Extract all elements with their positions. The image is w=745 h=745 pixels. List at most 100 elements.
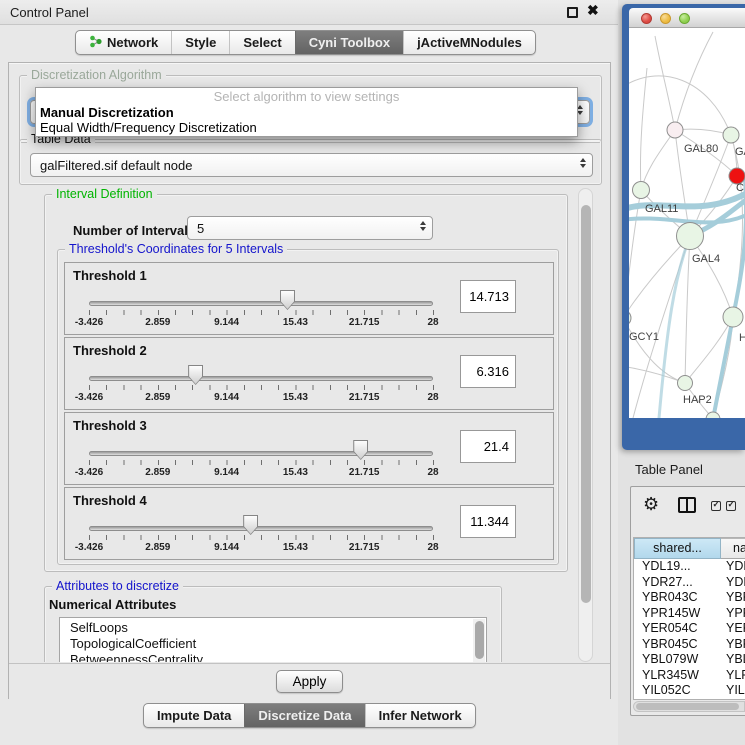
table-row[interactable]: YBR045CYBR045C bbox=[634, 637, 745, 653]
table-row[interactable]: YLR345WYLR345W bbox=[634, 668, 745, 684]
tab-impute-data[interactable]: Impute Data bbox=[144, 704, 244, 727]
select-columns-checkbox-icon[interactable] bbox=[711, 501, 721, 511]
node-h[interactable] bbox=[723, 307, 743, 327]
tab-infer-network[interactable]: Infer Network bbox=[365, 704, 475, 727]
numerical-attributes-list[interactable]: SelfLoops TopologicalCoefficient Between… bbox=[59, 617, 487, 662]
slider-ticks bbox=[89, 385, 434, 390]
node-gcy1[interactable] bbox=[629, 310, 631, 326]
zoom-traffic-light-icon[interactable] bbox=[679, 13, 690, 24]
threshold-2-value-field[interactable] bbox=[460, 355, 516, 388]
threshold-1-value-field[interactable] bbox=[460, 280, 516, 313]
threshold-3-value-field[interactable] bbox=[460, 430, 516, 463]
tick-label: 9.144 bbox=[214, 317, 239, 328]
tick-label: 28 bbox=[427, 467, 438, 478]
node-gal11[interactable] bbox=[633, 182, 650, 199]
table-data-combobox[interactable]: galFiltered.sif default node bbox=[30, 153, 593, 177]
gear-icon[interactable]: ⚙ bbox=[643, 494, 659, 515]
node-label: GCY1 bbox=[629, 331, 659, 343]
node-label: HAP2 bbox=[683, 394, 712, 406]
tab-discretize-data[interactable]: Discretize Data bbox=[244, 704, 364, 727]
table-row[interactable]: YBL079WYBL079W bbox=[634, 652, 745, 668]
slider-thumb[interactable] bbox=[353, 440, 368, 460]
tab-network[interactable]: Network bbox=[76, 31, 171, 54]
tick-label: 21.715 bbox=[349, 392, 380, 403]
tick-label: 2.859 bbox=[145, 392, 170, 403]
table-panel: ⚙ shared... name YDL19...YDL19 YDR27...Y… bbox=[630, 486, 745, 716]
scrollbar-thumb[interactable] bbox=[636, 703, 739, 710]
table-row[interactable]: YPR145WYPR145W bbox=[634, 606, 745, 622]
cyni-mode-tabs: Impute Data Discretize Data Infer Networ… bbox=[143, 703, 476, 728]
node-gal80[interactable] bbox=[667, 122, 683, 138]
tab-style[interactable]: Style bbox=[171, 31, 229, 54]
node-label: H bbox=[739, 332, 745, 344]
node-label: C bbox=[736, 182, 744, 194]
dropdown-item-manual-discretization[interactable]: Manual Discretization bbox=[36, 105, 577, 120]
slider-thumb[interactable] bbox=[280, 290, 295, 310]
interval-definition-title: Interval Definition bbox=[52, 188, 157, 201]
list-item[interactable]: TopologicalCoefficient bbox=[60, 636, 486, 652]
slider-track[interactable] bbox=[89, 526, 433, 531]
threshold-3-label: Threshold 3 bbox=[73, 418, 147, 433]
node-gal4[interactable] bbox=[677, 223, 704, 250]
slider-thumb[interactable] bbox=[243, 515, 258, 535]
column-header-name[interactable]: name bbox=[721, 538, 745, 559]
tick-label: 2.859 bbox=[145, 467, 170, 478]
table-horizontal-scrollbar[interactable] bbox=[633, 701, 745, 712]
network-window-titlebar[interactable] bbox=[629, 8, 745, 28]
table-data-group: Table Data galFiltered.sif default node bbox=[19, 139, 602, 185]
close-traffic-light-icon[interactable] bbox=[641, 13, 652, 24]
tab-select[interactable]: Select bbox=[229, 31, 294, 54]
threshold-4-panel: Threshold 4 -3.426 2.859 9.144 15.43 21.… bbox=[64, 487, 554, 560]
column-header-shared-name[interactable]: shared... bbox=[634, 538, 721, 559]
table-row[interactable]: YBR043CYBR043C bbox=[634, 590, 745, 606]
network-view-window[interactable]: GAL80 GA GAL11 GAL4 GCY1 H HAP2 C bbox=[622, 4, 745, 450]
node-ga[interactable] bbox=[723, 127, 739, 143]
tab-cyni-toolbox[interactable]: Cyni Toolbox bbox=[295, 31, 403, 54]
threshold-panels: Threshold 1 -3.426 2.859 9.144 15.43 21.… bbox=[64, 262, 554, 562]
threshold-4-value-field[interactable] bbox=[460, 505, 516, 538]
slider-track[interactable] bbox=[89, 451, 433, 456]
slider-thumb[interactable] bbox=[188, 365, 203, 385]
network-canvas[interactable]: GAL80 GA GAL11 GAL4 GCY1 H HAP2 C bbox=[629, 28, 745, 418]
table-row[interactable]: YER054CYER054C bbox=[634, 621, 745, 637]
settings-scrollbar[interactable] bbox=[578, 188, 593, 662]
tab-jactivemnodules[interactable]: jActiveMNodules bbox=[403, 31, 535, 54]
slider-track[interactable] bbox=[89, 376, 433, 381]
table-row[interactable]: YDR27...YDR27 bbox=[634, 575, 745, 591]
threshold-1-label: Threshold 1 bbox=[73, 268, 147, 283]
list-scrollbar[interactable] bbox=[473, 619, 485, 662]
threshold-coordinates-title: Threshold's Coordinates for 5 Intervals bbox=[65, 242, 287, 256]
threshold-2-panel: Threshold 2 -3.426 2.859 9.144 15.43 21.… bbox=[64, 337, 554, 410]
column-layout-icon[interactable] bbox=[678, 497, 696, 513]
close-icon[interactable]: ✖ bbox=[587, 2, 599, 19]
table-data-selected-value: galFiltered.sif default node bbox=[40, 158, 192, 173]
table-row[interactable]: YIL052CYIL052C bbox=[634, 683, 745, 699]
tick-label: -3.426 bbox=[75, 542, 103, 553]
number-of-intervals-combobox[interactable]: 5 bbox=[187, 216, 433, 240]
threshold-coordinates-group: Threshold's Coordinates for 5 Intervals … bbox=[57, 249, 559, 565]
table-panel-title: Table Panel bbox=[635, 462, 703, 477]
select-all-checkbox-icon[interactable] bbox=[726, 501, 736, 511]
node-hap2[interactable] bbox=[678, 376, 693, 391]
table-header-row: shared... name bbox=[634, 538, 745, 559]
attributes-group-title: Attributes to discretize bbox=[52, 579, 183, 593]
list-item[interactable]: BetweennessCentrality bbox=[60, 652, 486, 662]
threshold-1-panel: Threshold 1 -3.426 2.859 9.144 15.43 21.… bbox=[64, 262, 554, 335]
scrollbar-thumb[interactable] bbox=[581, 205, 591, 603]
network-node-labels: GAL80 GA GAL11 GAL4 GCY1 H HAP2 C bbox=[629, 143, 745, 406]
list-item[interactable]: SelfLoops bbox=[60, 618, 486, 636]
slider-track[interactable] bbox=[89, 301, 433, 306]
apply-button[interactable]: Apply bbox=[276, 670, 344, 693]
float-window-icon[interactable] bbox=[567, 7, 578, 18]
tick-label: 21.715 bbox=[349, 467, 380, 478]
slider-ticks bbox=[89, 535, 434, 540]
slider-ticks bbox=[89, 460, 434, 465]
discretization-algorithm-group-title: Discretization Algorithm bbox=[27, 68, 166, 82]
dropdown-item-equal-width-frequency[interactable]: Equal Width/Frequency Discretization bbox=[36, 120, 577, 135]
minimize-traffic-light-icon[interactable] bbox=[660, 13, 671, 24]
settings-scroll-area: Interval Definition Number of Intervals … bbox=[14, 188, 576, 662]
tick-label: -3.426 bbox=[75, 317, 103, 328]
network-icon bbox=[89, 35, 102, 51]
table-row[interactable]: YDL19...YDL19 bbox=[634, 559, 745, 575]
tick-label: -3.426 bbox=[75, 392, 103, 403]
